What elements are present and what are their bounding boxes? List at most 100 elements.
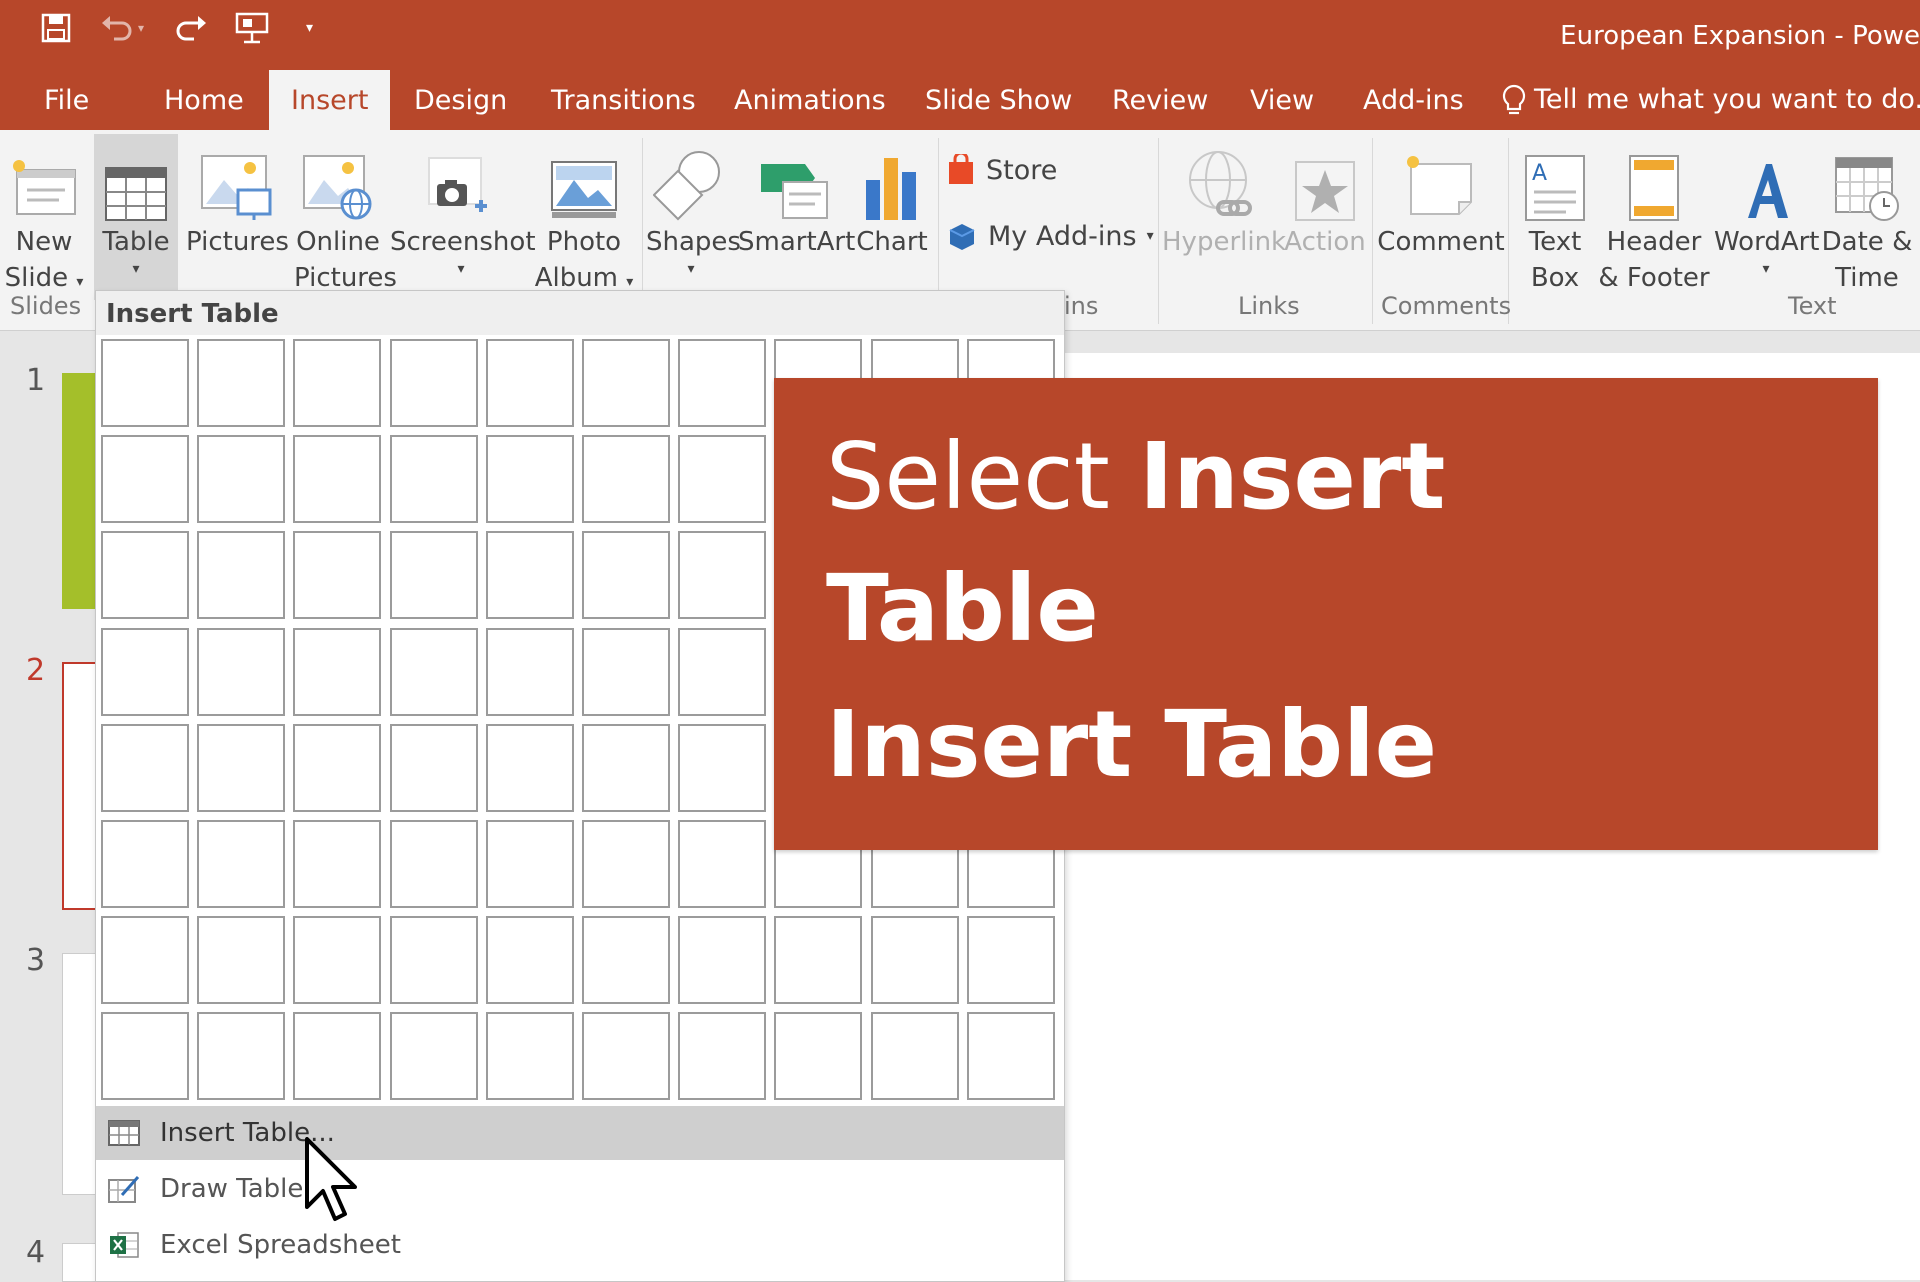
tab-insert[interactable]: Insert — [269, 70, 391, 130]
header-footer-button[interactable]: Header & Footer — [1598, 140, 1710, 296]
table-grid-cell[interactable] — [293, 531, 381, 619]
insert-table-item[interactable]: Insert Table... — [96, 1106, 1064, 1160]
tab-design[interactable]: Design — [414, 70, 507, 130]
table-grid-cell[interactable] — [293, 724, 381, 812]
table-grid-cell[interactable] — [390, 820, 478, 908]
text-box-button[interactable]: A Text Box — [1512, 140, 1598, 296]
redo-button[interactable] — [174, 0, 208, 56]
table-grid-cell[interactable] — [390, 435, 478, 523]
table-grid-cell[interactable] — [101, 1012, 189, 1100]
table-grid-cell[interactable] — [678, 916, 766, 1004]
slide-thumbnail-3[interactable] — [62, 953, 98, 1195]
action-button[interactable]: Action — [1282, 140, 1368, 260]
table-grid-cell[interactable] — [678, 435, 766, 523]
table-grid-cell[interactable] — [486, 724, 574, 812]
table-grid-cell[interactable] — [678, 724, 766, 812]
tab-review[interactable]: Review — [1112, 70, 1208, 130]
customize-toolbar-button[interactable]: ▾ — [306, 0, 313, 56]
table-grid-cell[interactable] — [101, 339, 189, 427]
undo-button[interactable]: ▾ — [100, 0, 144, 56]
comment-button[interactable]: Comment — [1376, 140, 1506, 260]
slide-thumbnail-4[interactable] — [62, 1243, 98, 1282]
table-grid-cell[interactable] — [293, 1012, 381, 1100]
table-grid-cell[interactable] — [293, 435, 381, 523]
table-grid-cell[interactable] — [197, 916, 285, 1004]
hyperlink-button[interactable]: Hyperlink — [1162, 140, 1286, 260]
pictures-button[interactable]: Pictures — [186, 140, 289, 260]
online-pictures-button[interactable]: Online Pictures — [294, 140, 397, 296]
table-grid-cell[interactable] — [293, 628, 381, 716]
draw-table-item[interactable]: Draw Table — [96, 1162, 1064, 1216]
table-grid-cell[interactable] — [390, 339, 478, 427]
table-grid-cell[interactable] — [582, 820, 670, 908]
table-grid-cell[interactable] — [678, 1012, 766, 1100]
tab-animations[interactable]: Animations — [734, 70, 886, 130]
table-grid-cell[interactable] — [871, 1012, 959, 1100]
shapes-button[interactable]: Shapes ▾ — [646, 140, 741, 278]
table-grid-cell[interactable] — [197, 1012, 285, 1100]
table-grid-cell[interactable] — [774, 916, 862, 1004]
table-grid-cell[interactable] — [486, 628, 574, 716]
table-grid-cell[interactable] — [293, 916, 381, 1004]
present-from-start-button[interactable] — [234, 0, 270, 56]
table-grid-cell[interactable] — [967, 1012, 1055, 1100]
store-button[interactable]: Store — [946, 154, 1057, 186]
tab-file[interactable]: File — [44, 70, 89, 130]
table-grid-cell[interactable] — [101, 724, 189, 812]
chart-button[interactable]: Chart — [856, 140, 928, 260]
table-grid-cell[interactable] — [390, 1012, 478, 1100]
table-grid-cell[interactable] — [967, 916, 1055, 1004]
table-grid-cell[interactable] — [678, 531, 766, 619]
table-grid-cell[interactable] — [486, 531, 574, 619]
smartart-button[interactable]: SmartArt — [738, 140, 855, 260]
save-button[interactable] — [40, 0, 72, 56]
table-grid-cell[interactable] — [582, 1012, 670, 1100]
table-grid-cell[interactable] — [582, 916, 670, 1004]
table-grid-cell[interactable] — [197, 531, 285, 619]
tab-add-ins[interactable]: Add-ins — [1363, 70, 1464, 130]
table-grid-cell[interactable] — [197, 628, 285, 716]
table-grid-cell[interactable] — [678, 339, 766, 427]
table-grid-cell[interactable] — [582, 531, 670, 619]
tab-home[interactable]: Home — [164, 70, 244, 130]
tab-view[interactable]: View — [1250, 70, 1314, 130]
date-time-button[interactable]: Date & Time — [1820, 140, 1914, 296]
table-grid-cell[interactable] — [101, 628, 189, 716]
table-grid-cell[interactable] — [871, 916, 959, 1004]
tell-me-box[interactable]: Tell me what you want to do... — [1502, 70, 1920, 130]
table-grid-cell[interactable] — [582, 339, 670, 427]
table-grid-cell[interactable] — [582, 628, 670, 716]
table-grid-cell[interactable] — [486, 916, 574, 1004]
slide-thumbnail-1[interactable] — [62, 373, 98, 609]
screenshot-button[interactable]: Screenshot ▾ — [390, 140, 536, 278]
table-button[interactable]: Table ▾ — [94, 134, 178, 300]
tab-slide-show[interactable]: Slide Show — [925, 70, 1072, 130]
table-grid-cell[interactable] — [101, 916, 189, 1004]
table-grid-cell[interactable] — [293, 820, 381, 908]
new-slide-button[interactable]: New Slide ▾ — [4, 140, 84, 296]
table-grid-cell[interactable] — [293, 339, 381, 427]
table-grid-cell[interactable] — [678, 820, 766, 908]
table-grid-cell[interactable] — [197, 724, 285, 812]
tab-transitions[interactable]: Transitions — [551, 70, 696, 130]
table-grid-cell[interactable] — [678, 628, 766, 716]
table-grid-cell[interactable] — [582, 435, 670, 523]
table-grid-cell[interactable] — [101, 820, 189, 908]
excel-spreadsheet-item[interactable]: Excel Spreadsheet — [96, 1218, 1064, 1272]
table-grid-cell[interactable] — [197, 435, 285, 523]
table-grid-cell[interactable] — [101, 531, 189, 619]
wordart-button[interactable]: WordArt ▾ — [1714, 140, 1820, 278]
table-grid-cell[interactable] — [582, 724, 670, 812]
my-add-ins-button[interactable]: My Add-ins ▾ — [946, 220, 1154, 252]
table-grid-cell[interactable] — [774, 1012, 862, 1100]
table-grid-cell[interactable] — [197, 339, 285, 427]
table-grid-cell[interactable] — [390, 628, 478, 716]
table-grid-cell[interactable] — [486, 1012, 574, 1100]
table-grid-cell[interactable] — [486, 339, 574, 427]
table-grid-cell[interactable] — [101, 435, 189, 523]
table-grid-cell[interactable] — [197, 820, 285, 908]
table-grid-cell[interactable] — [390, 724, 478, 812]
table-grid-cell[interactable] — [486, 820, 574, 908]
table-grid-cell[interactable] — [390, 916, 478, 1004]
photo-album-button[interactable]: Photo Album ▾ — [532, 140, 636, 296]
